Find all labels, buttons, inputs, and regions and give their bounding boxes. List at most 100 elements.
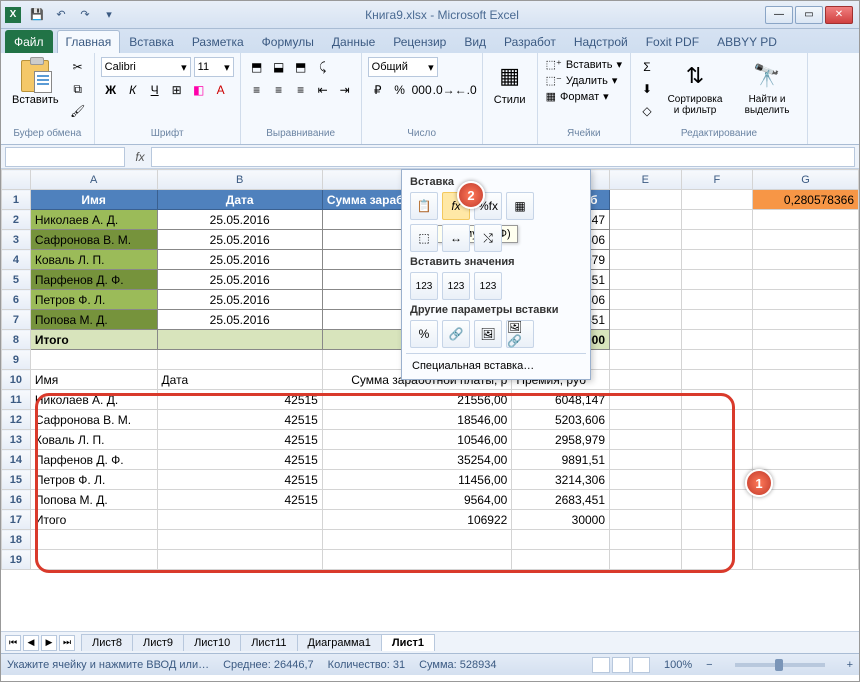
row-header[interactable]: 17 <box>2 510 31 530</box>
border-button[interactable]: ⊞ <box>167 80 187 100</box>
view-break-button[interactable] <box>632 657 650 673</box>
copy-button[interactable]: ⧉ <box>68 79 88 99</box>
dec-decimal-button[interactable]: ←.0 <box>456 80 476 100</box>
align-right-button[interactable]: ≡ <box>291 80 311 100</box>
align-middle-button[interactable]: ⬓ <box>269 57 289 77</box>
sheet-tab-list8[interactable]: Лист8 <box>81 634 133 651</box>
row-header[interactable]: 14 <box>2 450 31 470</box>
row-header[interactable]: 4 <box>2 250 31 270</box>
percent-button[interactable]: % <box>390 80 410 100</box>
find-select-button[interactable]: 🔭 Найти и выделить <box>733 57 801 119</box>
worksheet-grid[interactable]: ABCDEFG 1ИмяДатаСумма заработной платы, … <box>1 169 859 631</box>
tab-layout[interactable]: Разметка <box>183 30 253 53</box>
paste-formulas-button[interactable]: fx Формулы (Ф) 2 <box>442 192 470 220</box>
fill-button[interactable]: ⬇ <box>637 79 657 99</box>
qat-dropdown[interactable]: ▾ <box>99 5 119 25</box>
row-header[interactable]: 1 <box>2 190 31 210</box>
formula-input[interactable] <box>151 147 855 167</box>
tab-abbyy[interactable]: ABBYY PD <box>708 30 786 53</box>
close-button[interactable]: ✕ <box>825 6 853 24</box>
insert-cells-button[interactable]: ⬚⁺Вставить▾ <box>544 57 624 72</box>
paste-all-button[interactable]: 📋 <box>410 192 438 220</box>
clear-button[interactable]: ◇ <box>637 101 657 121</box>
tab-addins[interactable]: Надстрой <box>565 30 637 53</box>
paste-linked-picture-button[interactable]: 🖼🔗 <box>506 320 534 348</box>
maximize-button[interactable]: ▭ <box>795 6 823 24</box>
bold-button[interactable]: Ж <box>101 80 121 100</box>
currency-button[interactable]: ₽ <box>368 80 388 100</box>
paste-picture-button[interactable]: 🖼 <box>474 320 502 348</box>
col-header-A[interactable]: A <box>30 170 157 190</box>
underline-button[interactable]: Ч <box>145 80 165 100</box>
zoom-slider[interactable] <box>735 663 825 667</box>
paste-special-button[interactable]: Специальная вставка… <box>406 357 586 375</box>
minimize-button[interactable]: — <box>765 6 793 24</box>
col-header-F[interactable]: F <box>681 170 752 190</box>
row-header[interactable]: 12 <box>2 410 31 430</box>
row-header[interactable]: 7 <box>2 310 31 330</box>
row-header[interactable]: 6 <box>2 290 31 310</box>
tab-data[interactable]: Данные <box>323 30 384 53</box>
paste-transpose-button[interactable]: ⤭ <box>474 224 502 252</box>
paste-keep-borders-button[interactable]: ▦ <box>506 192 534 220</box>
tab-file[interactable]: Файл <box>5 30 53 53</box>
paste-link-button[interactable]: 🔗 <box>442 320 470 348</box>
comma-button[interactable]: 000 <box>412 80 432 100</box>
row-header[interactable]: 18 <box>2 530 31 550</box>
row-header[interactable]: 2 <box>2 210 31 230</box>
align-center-button[interactable]: ≡ <box>269 80 289 100</box>
row-header[interactable]: 19 <box>2 550 31 570</box>
tab-foxit[interactable]: Foxit PDF <box>637 30 708 53</box>
redo-button[interactable]: ↷ <box>75 5 95 25</box>
col-header-G[interactable]: G <box>753 170 859 190</box>
row-header[interactable]: 15 <box>2 470 31 490</box>
indent-dec-button[interactable]: ⇤ <box>313 80 333 100</box>
fill-color-button[interactable]: ◧ <box>189 80 209 100</box>
undo-button[interactable]: ↶ <box>51 5 71 25</box>
format-painter-button[interactable]: 🖌 <box>68 101 88 121</box>
indent-inc-button[interactable]: ⇥ <box>335 80 355 100</box>
zoom-out-button[interactable]: − <box>706 659 712 671</box>
tab-view[interactable]: Вид <box>455 30 495 53</box>
sheet-tab-list9[interactable]: Лист9 <box>132 634 184 651</box>
styles-button[interactable]: ▦ Стили <box>489 57 531 109</box>
view-normal-button[interactable] <box>592 657 610 673</box>
col-header-E[interactable]: E <box>610 170 682 190</box>
tab-formulas[interactable]: Формулы <box>253 30 323 53</box>
view-layout-button[interactable] <box>612 657 630 673</box>
paste-button[interactable]: Вставить <box>7 57 64 109</box>
save-button[interactable]: 💾 <box>27 5 47 25</box>
orientation-button[interactable]: ⤹ <box>313 57 333 77</box>
sheet-tab-list11[interactable]: Лист11 <box>240 634 297 651</box>
sheet-tab-list1[interactable]: Лист1 <box>381 634 435 651</box>
zoom-in-button[interactable]: + <box>847 659 853 671</box>
align-top-button[interactable]: ⬒ <box>247 57 267 77</box>
italic-button[interactable]: К <box>123 80 143 100</box>
number-format-combo[interactable]: Общий▾ <box>368 57 438 77</box>
name-box[interactable] <box>5 147 125 167</box>
font-size-combo[interactable]: 11▾ <box>194 57 234 77</box>
row-header[interactable]: 13 <box>2 430 31 450</box>
paste-values-button[interactable]: 123 <box>410 272 438 300</box>
cut-button[interactable]: ✂ <box>68 57 88 77</box>
paste-formatting-button[interactable]: % <box>410 320 438 348</box>
sheet-tab-diagram1[interactable]: Диаграмма1 <box>297 634 382 651</box>
tab-home[interactable]: Главная <box>57 30 121 53</box>
row-header[interactable]: 9 <box>2 350 31 370</box>
inc-decimal-button[interactable]: .0→ <box>434 80 454 100</box>
sheet-tab-list10[interactable]: Лист10 <box>183 634 241 651</box>
autosum-button[interactable]: Σ <box>637 57 657 77</box>
sheet-nav-next[interactable]: ▶ <box>41 635 57 651</box>
align-left-button[interactable]: ≡ <box>247 80 267 100</box>
sort-filter-button[interactable]: ⇅ Сортировка и фильтр <box>661 57 729 119</box>
tab-insert[interactable]: Вставка <box>120 30 183 53</box>
paste-values-srcfmt-button[interactable]: 123 <box>474 272 502 300</box>
align-bottom-button[interactable]: ⬒ <box>291 57 311 77</box>
font-name-combo[interactable]: Calibri▾ <box>101 57 191 77</box>
font-color-button[interactable]: A <box>211 80 231 100</box>
format-cells-button[interactable]: ▦Формат▾ <box>544 89 611 104</box>
row-header[interactable]: 16 <box>2 490 31 510</box>
fx-button[interactable]: fx <box>129 150 151 164</box>
paste-values-numfmt-button[interactable]: 123 <box>442 272 470 300</box>
sheet-nav-prev[interactable]: ◀ <box>23 635 39 651</box>
